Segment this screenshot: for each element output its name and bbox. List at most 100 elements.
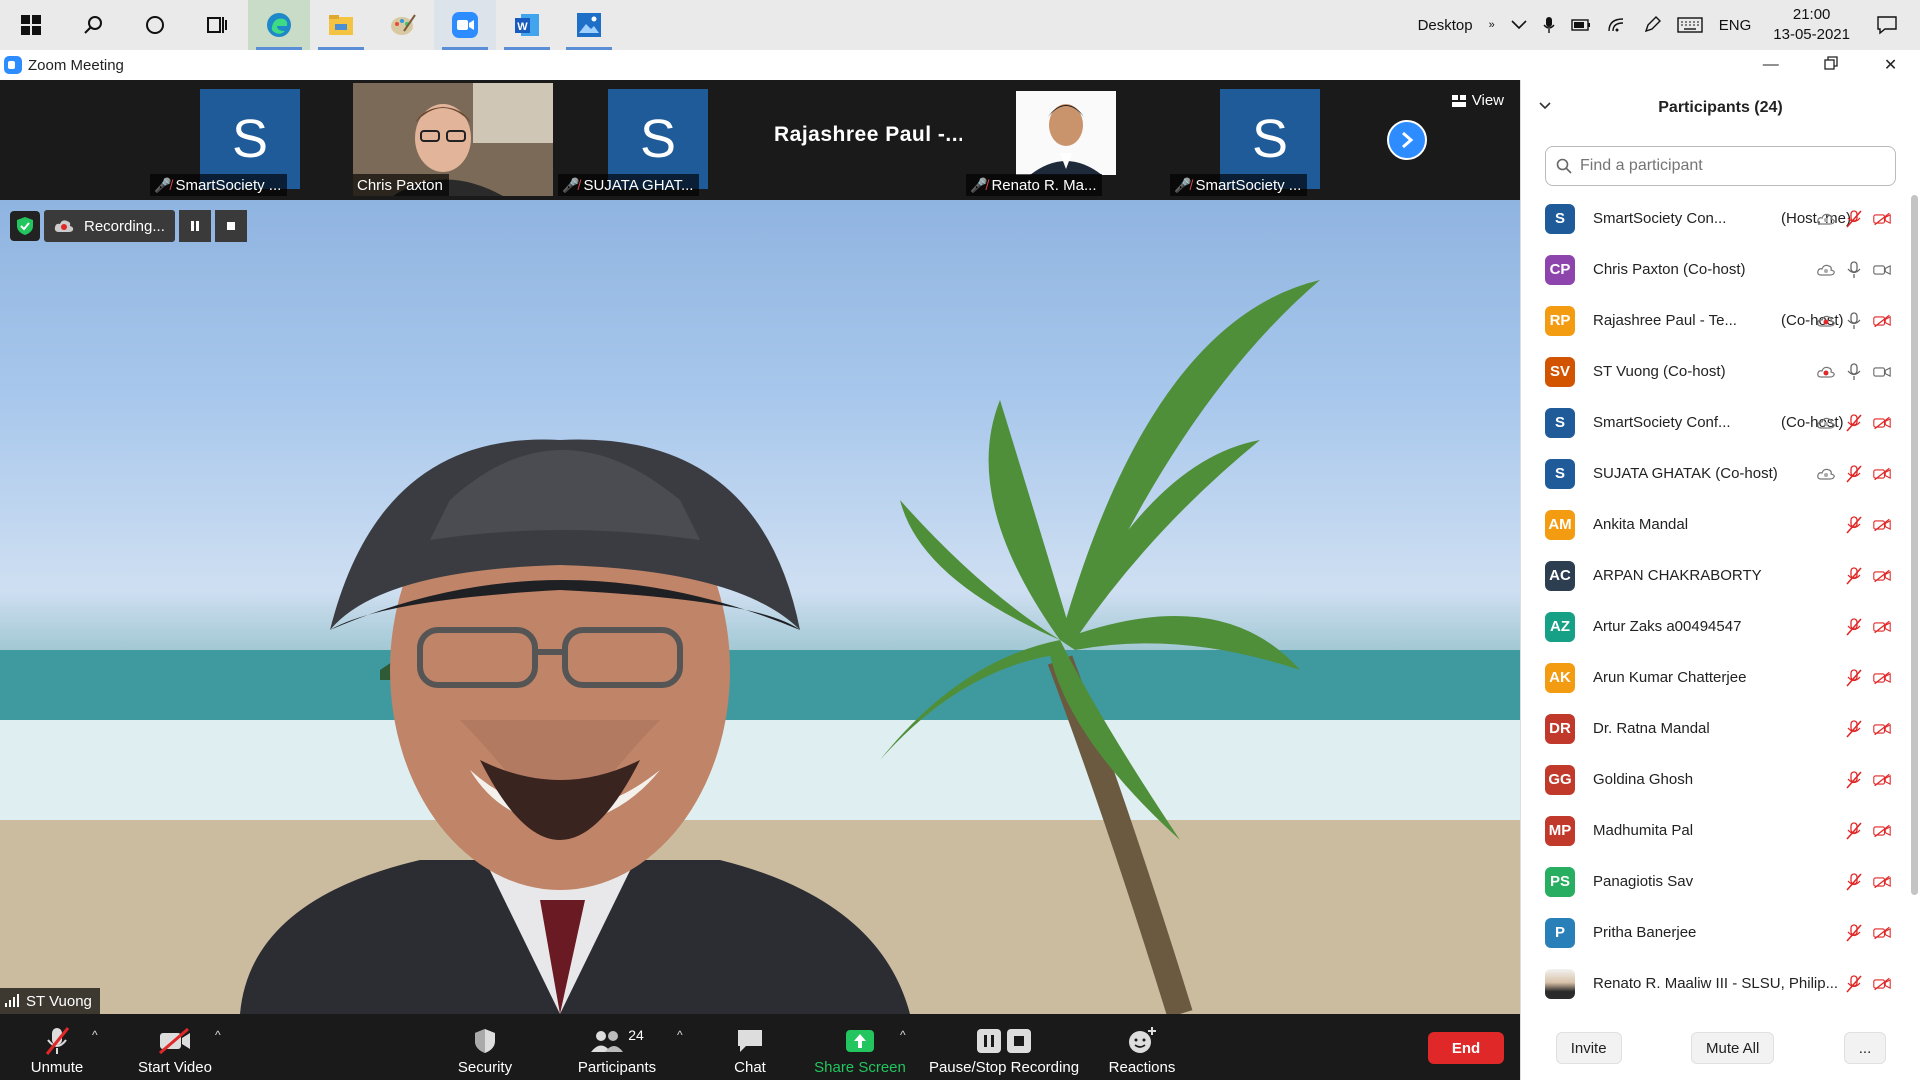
participant-search[interactable] [1545, 146, 1896, 186]
desktop-toolbar-label[interactable]: Desktop [1410, 17, 1481, 34]
chat-button[interactable]: Chat [720, 1014, 780, 1080]
participants-options-caret-icon[interactable]: ^ [677, 1028, 683, 1042]
show-hidden-icons-icon[interactable] [1503, 20, 1535, 30]
microphone-muted-icon[interactable] [1845, 668, 1863, 687]
video-thumbnail[interactable]: S 🎤̸ SmartSociety ... [150, 83, 350, 196]
audio-options-caret-icon[interactable]: ^ [92, 1028, 98, 1042]
video-off-icon[interactable] [1873, 873, 1891, 891]
video-options-caret-icon[interactable]: ^ [215, 1028, 221, 1042]
microphone-muted-icon[interactable] [1845, 515, 1863, 534]
video-thumbnail[interactable]: 🎤̸ Renato R. Ma... [966, 83, 1166, 196]
video-off-icon[interactable] [1873, 669, 1891, 687]
task-view-icon[interactable] [186, 0, 248, 50]
pause-recording-button[interactable] [178, 210, 211, 242]
microphone-muted-icon[interactable] [1845, 770, 1863, 789]
participant-row[interactable]: S SmartSociety Conf... (Co-host) [1521, 397, 1911, 448]
video-icon[interactable] [1873, 261, 1891, 279]
security-button[interactable]: Security [450, 1014, 520, 1080]
share-screen-button[interactable]: Share Screen [810, 1014, 910, 1080]
video-thumbnail[interactable]: S 🎤̸ SUJATA GHAT... [558, 83, 758, 196]
microphone-muted-icon[interactable] [1845, 872, 1863, 891]
video-thumbnail[interactable]: Chris Paxton [353, 83, 553, 196]
video-off-icon[interactable] [1873, 720, 1891, 738]
participant-row[interactable]: S SUJATA GHATAK (Co-host) [1521, 448, 1911, 499]
video-thumbnail[interactable]: S 🎤̸ SmartSociety ... [1170, 83, 1370, 196]
participant-row[interactable]: PS Panagiotis Sav [1521, 856, 1911, 907]
participant-row[interactable]: P Pritha Banerjee [1521, 907, 1911, 958]
participant-row[interactable]: RP Rajashree Paul - Te... (Co-host) [1521, 295, 1911, 346]
file-explorer-icon[interactable] [310, 0, 372, 50]
participant-row[interactable]: AZ Artur Zaks a00494547 [1521, 601, 1911, 652]
touch-keyboard-icon[interactable] [1669, 17, 1711, 33]
participant-row[interactable]: CP Chris Paxton (Co-host) [1521, 244, 1911, 295]
battery-icon[interactable] [1563, 18, 1599, 32]
encryption-shield-icon[interactable] [10, 211, 40, 241]
video-icon[interactable] [1873, 363, 1891, 381]
microphone-muted-icon[interactable] [1845, 923, 1863, 942]
end-meeting-button[interactable]: End [1428, 1032, 1504, 1064]
video-off-icon[interactable] [1873, 210, 1891, 228]
microphone-muted-icon[interactable] [1845, 209, 1863, 228]
microphone-icon[interactable] [1845, 311, 1863, 330]
search-icon[interactable] [62, 0, 124, 50]
participant-row[interactable]: GG Goldina Ghosh [1521, 754, 1911, 805]
zoom-icon[interactable] [434, 0, 496, 50]
notifications-icon[interactable] [1864, 15, 1920, 35]
next-page-button[interactable] [1387, 120, 1427, 160]
video-off-icon[interactable] [1873, 465, 1891, 483]
scrollbar[interactable] [1911, 195, 1918, 895]
participant-row[interactable]: SV ST Vuong (Co-host) [1521, 346, 1911, 397]
wifi-icon[interactable] [1599, 17, 1635, 33]
video-off-icon[interactable] [1873, 567, 1891, 585]
search-input[interactable] [1580, 157, 1880, 175]
close-icon[interactable]: ✕ [1884, 55, 1897, 75]
participant-row[interactable]: AC ARPAN CHAKRABORTY [1521, 550, 1911, 601]
video-off-icon[interactable] [1873, 516, 1891, 534]
pause-stop-recording-button[interactable]: Pause/Stop Recording [928, 1014, 1080, 1080]
expand-toolbar-icon[interactable]: » [1481, 19, 1503, 31]
participant-row[interactable]: DR Dr. Ratna Mandal [1521, 703, 1911, 754]
collapse-panel-icon[interactable] [1539, 98, 1551, 113]
microphone-muted-icon[interactable] [1845, 464, 1863, 483]
clock[interactable]: 21:00 13-05-2021 [1759, 5, 1864, 45]
microphone-muted-icon[interactable] [1845, 719, 1863, 738]
more-button[interactable]: ... [1843, 1032, 1887, 1064]
paint-icon[interactable] [372, 0, 434, 50]
microphone-icon[interactable] [1845, 260, 1863, 279]
minimize-icon[interactable]: — [1763, 56, 1779, 74]
video-off-icon[interactable] [1873, 312, 1891, 330]
edge-icon[interactable] [248, 0, 310, 50]
video-off-icon[interactable] [1873, 822, 1891, 840]
microphone-muted-icon[interactable] [1845, 413, 1863, 432]
microphone-muted-icon[interactable] [1845, 617, 1863, 636]
view-button[interactable]: View [1451, 92, 1504, 109]
participants-button[interactable]: 24 Participants [570, 1014, 664, 1080]
mute-all-button[interactable]: Mute All [1690, 1032, 1775, 1064]
video-off-icon[interactable] [1873, 924, 1891, 942]
participant-row[interactable]: AM Ankita Mandal [1521, 499, 1911, 550]
pen-icon[interactable] [1635, 16, 1669, 34]
photos-icon[interactable] [558, 0, 620, 50]
microphone-icon[interactable] [1845, 362, 1863, 381]
video-off-icon[interactable] [1873, 975, 1891, 993]
start-video-button[interactable]: Start Video [132, 1014, 218, 1080]
microphone-muted-icon[interactable] [1845, 821, 1863, 840]
stop-recording-button[interactable] [214, 210, 247, 242]
participant-row[interactable]: MP Madhumita Pal [1521, 805, 1911, 856]
participant-row[interactable]: AK Arun Kumar Chatterjee [1521, 652, 1911, 703]
windows-start-icon[interactable] [0, 0, 62, 50]
invite-button[interactable]: Invite [1555, 1032, 1622, 1064]
microphone-muted-icon[interactable] [1845, 566, 1863, 585]
participant-row[interactable]: Renato R. Maaliw III - SLSU, Philip... [1521, 958, 1911, 1009]
microphone-muted-icon[interactable] [1845, 974, 1863, 993]
language-indicator[interactable]: ENG [1711, 17, 1760, 34]
video-off-icon[interactable] [1873, 414, 1891, 432]
participant-row[interactable]: S SmartSociety Con... (Host, me) [1521, 193, 1911, 244]
restore-icon[interactable] [1824, 55, 1838, 75]
share-options-caret-icon[interactable]: ^ [900, 1028, 906, 1042]
microphone-tray-icon[interactable] [1535, 16, 1563, 34]
cortana-icon[interactable] [124, 0, 186, 50]
video-off-icon[interactable] [1873, 771, 1891, 789]
word-icon[interactable]: W [496, 0, 558, 50]
video-thumbnail[interactable]: Rajashree Paul -... [762, 83, 962, 196]
